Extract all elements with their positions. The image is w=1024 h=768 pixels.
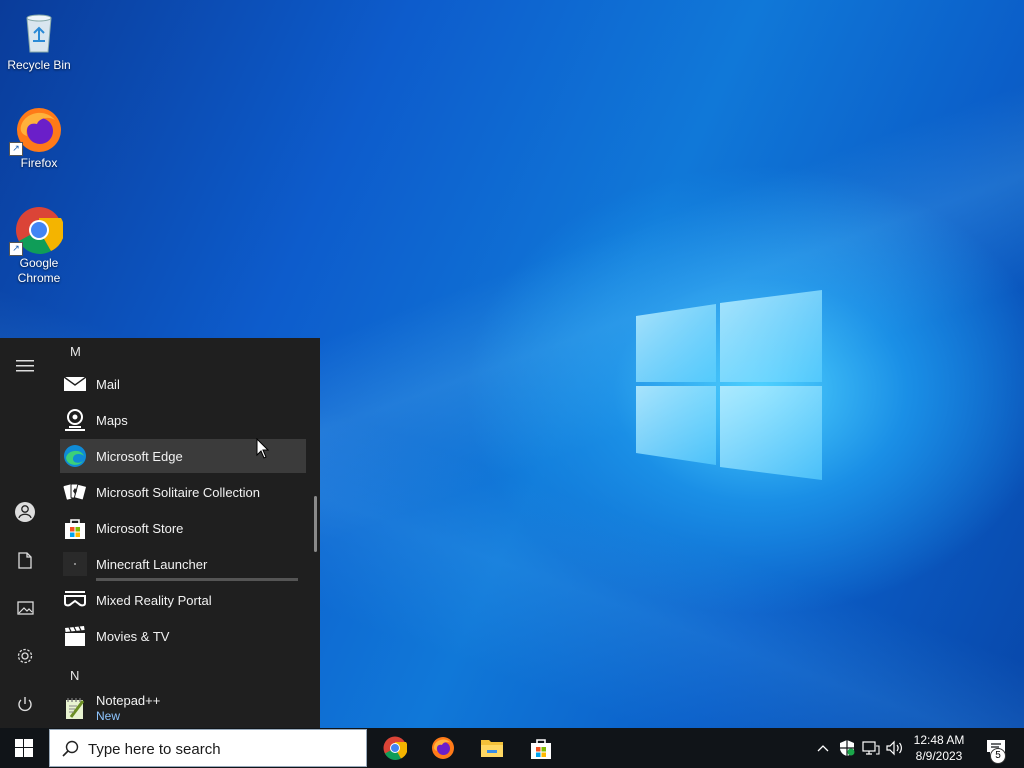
start-menu: M Mail Maps Microsoft Edge Microsoft Sol… [0, 338, 320, 728]
desktop-icon-google-chrome[interactable]: ↗ Google Chrome [2, 206, 76, 286]
user-icon[interactable] [13, 500, 37, 524]
notepadpp-icon [66, 698, 85, 719]
documents-icon[interactable] [13, 548, 37, 572]
app-microsoft-store[interactable]: Microsoft Store [60, 511, 306, 545]
store-icon [65, 519, 85, 539]
app-microsoft-solitaire-collection[interactable]: Microsoft Solitaire Collection [60, 475, 306, 509]
settings-gear-icon[interactable] [13, 644, 37, 668]
search-box[interactable]: Type here to search [49, 729, 367, 767]
solitaire-icon [63, 483, 87, 501]
shortcut-arrow-icon: ↗ [9, 242, 23, 256]
app-list-scrollbar[interactable] [314, 496, 317, 552]
app-mail[interactable]: Mail [60, 367, 306, 401]
movies-tv-icon [65, 626, 85, 646]
desktop-icon-firefox[interactable]: ↗ Firefox [2, 106, 76, 171]
start-menu-rail [0, 338, 50, 728]
network-icon[interactable] [860, 728, 882, 768]
desktop-icon-label: Recycle Bin [7, 58, 71, 72]
start-button[interactable] [0, 728, 48, 768]
desktop-icon-label: Firefox [20, 156, 58, 170]
maps-icon [65, 409, 85, 431]
app-mixed-reality-portal[interactable]: Mixed Reality Portal [60, 583, 306, 617]
app-movies-tv[interactable]: Movies & TV [60, 619, 306, 653]
app-name: Mail [96, 377, 120, 392]
windows-start-icon [15, 739, 33, 757]
app-name: Microsoft Solitaire Collection [96, 485, 261, 500]
pictures-icon[interactable] [13, 596, 37, 620]
notification-count-badge: 5 [990, 748, 1006, 764]
section-letter-n[interactable]: N [70, 668, 79, 683]
recycle-bin-icon [15, 8, 63, 56]
search-icon [62, 740, 79, 757]
clock-time: 12:48 AM [913, 733, 965, 747]
section-letter-m[interactable]: M [70, 344, 81, 359]
app-notepadpp[interactable]: Notepad++ New [60, 691, 306, 727]
new-badge: New [96, 709, 121, 723]
windows-logo-wallpaper [636, 290, 822, 480]
taskbar-file-explorer[interactable] [468, 728, 516, 768]
firefox-icon [432, 737, 454, 759]
app-name: Microsoft Edge [96, 449, 183, 464]
volume-icon[interactable] [884, 728, 906, 768]
search-placeholder: Type here to search [88, 741, 221, 758]
file-explorer-icon [481, 740, 503, 757]
chrome-icon: ↗ [9, 206, 65, 256]
app-maps[interactable]: Maps [60, 403, 306, 437]
app-name: Mixed Reality Portal [96, 593, 212, 608]
app-list: M Mail Maps Microsoft Edge Microsoft Sol… [60, 338, 310, 728]
taskbar: Type here to search 12:48 AM 8/9/2023 5 [0, 728, 1024, 768]
mouse-cursor-icon [256, 438, 270, 459]
taskbar-microsoft-store[interactable] [517, 728, 565, 768]
chrome-icon [383, 736, 407, 760]
install-progress-bar [96, 578, 298, 581]
desktop-icon-recycle-bin[interactable]: Recycle Bin [2, 8, 76, 73]
clock-date: 8/9/2023 [915, 749, 963, 763]
system-clock[interactable]: 12:48 AM 8/9/2023 [906, 732, 972, 764]
windows-security-shield-icon[interactable] [836, 728, 858, 768]
mail-icon [63, 376, 87, 391]
mixed-reality-icon [64, 591, 86, 607]
power-icon[interactable] [13, 692, 37, 716]
desktop-icon-label: Google Chrome [17, 256, 61, 285]
store-icon [531, 739, 551, 759]
minecraft-icon [63, 552, 87, 576]
app-name: Notepad++ [96, 693, 161, 708]
shortcut-arrow-icon: ↗ [9, 142, 23, 156]
taskbar-firefox[interactable] [419, 728, 467, 768]
edge-icon [64, 445, 86, 467]
taskbar-chrome[interactable] [371, 728, 419, 768]
show-hidden-icons-chevron-up-icon[interactable] [812, 728, 834, 768]
app-name: Maps [96, 413, 128, 428]
app-name: Microsoft Store [96, 521, 184, 536]
app-name: Minecraft Launcher [96, 557, 208, 572]
firefox-icon: ↗ [9, 106, 63, 156]
app-name: Movies & TV [96, 629, 170, 644]
app-minecraft-launcher[interactable]: Minecraft Launcher [60, 547, 306, 581]
hamburger-menu-icon[interactable] [13, 354, 37, 378]
